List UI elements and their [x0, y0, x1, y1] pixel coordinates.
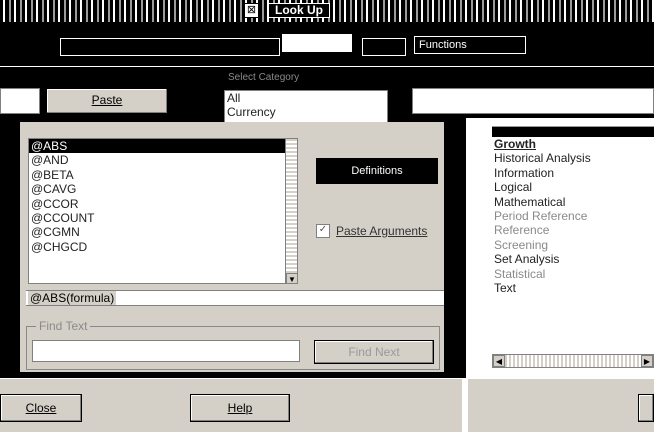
description-box: [412, 88, 654, 114]
list-item[interactable]: Currency: [225, 105, 387, 119]
list-item[interactable]: Period Reference: [492, 209, 654, 223]
list-item[interactable]: @CAVG: [29, 182, 297, 196]
tab-functions[interactable]: Functions: [414, 36, 526, 54]
list-item[interactable]: @CGMN: [29, 225, 297, 239]
tab-1[interactable]: [60, 38, 280, 56]
list-item[interactable]: Growth: [492, 137, 654, 151]
definitions-button[interactable]: Definitions: [314, 156, 440, 186]
footer-bar-right: [468, 378, 654, 432]
window-title: Look Up: [268, 3, 330, 18]
function-list-scrollbar[interactable]: ▼: [285, 139, 297, 283]
help-button[interactable]: Help: [190, 394, 290, 422]
find-text-input[interactable]: [32, 340, 300, 362]
list-item[interactable]: @ABS: [29, 139, 297, 154]
close-icon[interactable]: ⊠: [244, 3, 259, 18]
syntax-display: @ABS(formula): [26, 290, 444, 306]
scroll-down-icon[interactable]: ▼: [286, 273, 297, 283]
list-item[interactable]: @CCOUNT: [29, 211, 297, 225]
category-list[interactable]: All Currency: [224, 90, 388, 126]
find-next-button[interactable]: Find Next: [314, 340, 434, 364]
tab-2[interactable]: [282, 34, 352, 52]
close-button[interactable]: Close: [0, 394, 82, 422]
checkbox-box[interactable]: ✓: [316, 224, 330, 238]
find-text-label: Find Text: [36, 319, 91, 333]
list-item[interactable]: @AND: [29, 153, 297, 167]
list-item[interactable]: Historical Analysis: [492, 151, 654, 165]
paste-button[interactable]: Paste: [46, 88, 168, 114]
scroll-left-icon[interactable]: ◀: [493, 355, 505, 367]
scroll-right-icon[interactable]: ▶: [641, 355, 653, 367]
tab-3[interactable]: [362, 38, 406, 56]
list-item[interactable]: Logical: [492, 180, 654, 194]
list-item[interactable]: Mathematical: [492, 195, 654, 209]
paste-arguments-checkbox[interactable]: ✓ Paste Arguments: [316, 224, 427, 238]
category-label: Select Category: [228, 72, 300, 83]
footer-divider: [462, 378, 468, 432]
list-item[interactable]: Statistical: [492, 267, 654, 281]
list-item[interactable]: @CCOR: [29, 197, 297, 211]
function-list[interactable]: @ABS @AND @BETA @CAVG @CCOR @CCOUNT @CGM…: [28, 138, 298, 284]
list-item[interactable]: @BETA: [29, 168, 297, 182]
list-item[interactable]: All: [225, 91, 387, 105]
paste-arguments-label: Paste Arguments: [336, 224, 428, 238]
tab-divider: [0, 66, 654, 67]
list-item[interactable]: Screening: [492, 238, 654, 252]
tab-strip: Functions: [0, 24, 654, 68]
list-item[interactable]: Set Analysis: [492, 252, 654, 266]
list-item[interactable]: Text: [492, 281, 654, 295]
list-item-header: [492, 127, 654, 137]
list-item[interactable]: Reference: [492, 223, 654, 237]
footer-right-button[interactable]: [638, 394, 654, 422]
list-item[interactable]: @CHGCD: [29, 240, 297, 254]
top-left-input[interactable]: [0, 88, 40, 114]
category-tree[interactable]: Growth Historical Analysis Information L…: [492, 126, 654, 360]
horizontal-scrollbar[interactable]: ◀ ▶: [492, 354, 654, 368]
list-item[interactable]: Information: [492, 166, 654, 180]
